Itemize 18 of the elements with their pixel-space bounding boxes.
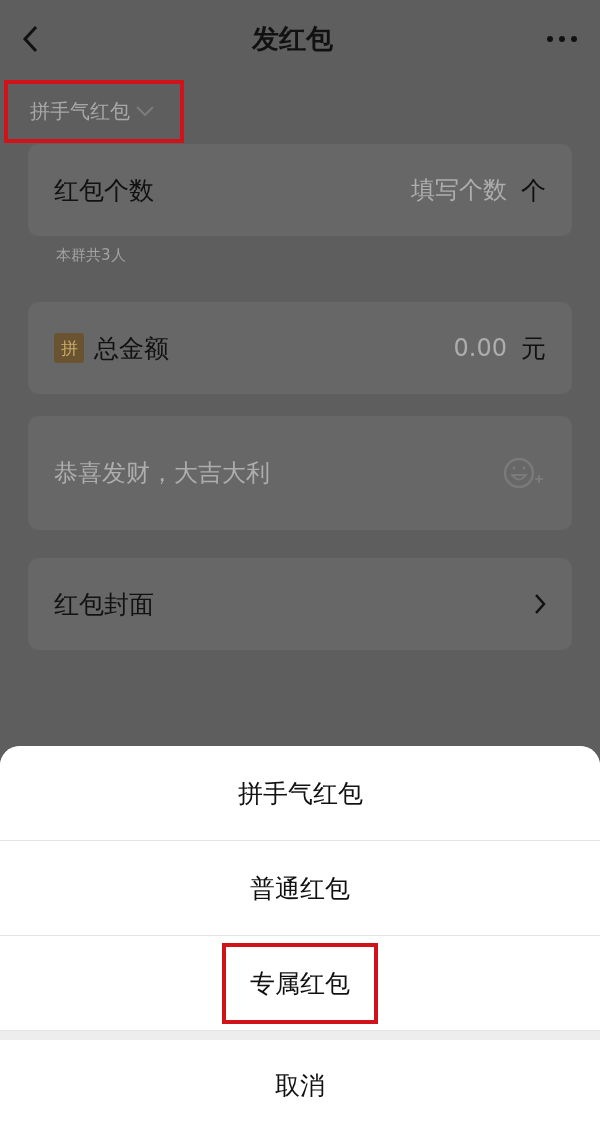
greeting-input[interactable]: 恭喜发财，大吉大利 (54, 459, 454, 487)
sheet-option[interactable]: 专属红包 (222, 942, 378, 1024)
lucky-badge: 拼 (54, 333, 84, 363)
cancel-button[interactable]: 取消 (269, 1067, 331, 1103)
group-size-hint: 本群共3人 (56, 246, 127, 266)
chevron-right-icon (534, 593, 546, 615)
count-unit: 个 (521, 174, 546, 207)
page-title: 发红包 (251, 22, 333, 56)
amount-input[interactable]: 0.00 (357, 334, 507, 362)
back-icon[interactable] (22, 25, 38, 53)
amount-label: 总金额 (94, 332, 169, 365)
more-icon[interactable] (546, 35, 578, 43)
count-input[interactable]: 填写个数 (357, 176, 507, 204)
cover-label: 红包封面 (54, 588, 154, 621)
amount-unit: 元 (521, 332, 546, 365)
greeting-card[interactable]: 恭喜发财，大吉大利 (28, 416, 572, 530)
chevron-down-icon (136, 106, 154, 116)
count-label: 红包个数 (54, 174, 154, 207)
